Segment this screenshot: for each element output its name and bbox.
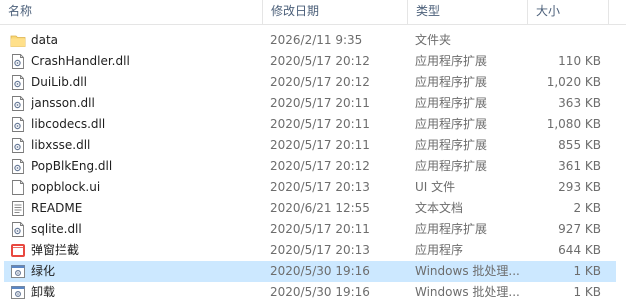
file-date: 2020/5/17 20:13 bbox=[270, 180, 370, 194]
file-name: CrashHandler.dll bbox=[31, 54, 130, 68]
file-date: 2020/5/30 19:16 bbox=[270, 285, 370, 299]
file-row[interactable]: data 2026/2/11 9:35 文件夹 bbox=[4, 30, 616, 51]
file-size: 2 KB bbox=[573, 201, 601, 215]
file-icon bbox=[10, 179, 26, 196]
file-row[interactable]: libxsse.dll 2020/5/17 20:11 应用程序扩展 855 KB bbox=[4, 135, 616, 156]
file-list: data 2026/2/11 9:35 文件夹 CrashHandler.dll 202… bbox=[0, 30, 626, 303]
column-divider[interactable] bbox=[608, 0, 609, 24]
file-row[interactable]: 弹窗拦截 2020/5/17 20:13 应用程序 644 KB bbox=[4, 240, 616, 261]
file-size bbox=[524, 30, 601, 51]
file-name: DuiLib.dll bbox=[31, 75, 87, 89]
file-row[interactable]: 绿化 2020/5/30 19:16 Windows 批处理... 1 KB bbox=[4, 261, 616, 282]
dll-icon bbox=[10, 221, 26, 238]
file-name: 卸载 bbox=[31, 285, 56, 299]
file-name: libcodecs.dll bbox=[31, 117, 106, 131]
column-header-type[interactable]: 类型 bbox=[408, 0, 527, 24]
file-date: 2020/5/17 20:13 bbox=[270, 243, 370, 257]
text-file-icon bbox=[10, 200, 26, 217]
column-header-name[interactable]: 名称 bbox=[0, 0, 262, 24]
file-date: 2020/6/21 12:55 bbox=[270, 201, 370, 215]
file-type: 文本文档 bbox=[415, 201, 464, 215]
file-size: 927 KB bbox=[558, 222, 601, 236]
file-name: 绿化 bbox=[31, 264, 56, 278]
file-date: 2020/5/17 20:11 bbox=[270, 138, 370, 152]
file-date: 2020/5/17 20:12 bbox=[270, 54, 370, 68]
batch-file-icon bbox=[10, 284, 26, 301]
file-size: 644 KB bbox=[558, 243, 601, 257]
file-name: sqlite.dll bbox=[31, 222, 82, 236]
file-row[interactable]: DuiLib.dll 2020/5/17 20:12 应用程序扩展 1,020 KB bbox=[4, 72, 616, 93]
column-header-bar: 名称 修改日期 类型 大小 bbox=[0, 0, 626, 25]
file-type: 应用程序扩展 bbox=[415, 138, 488, 152]
file-name: libxsse.dll bbox=[31, 138, 91, 152]
file-date: 2020/5/30 19:16 bbox=[270, 264, 370, 278]
file-type: 应用程序扩展 bbox=[415, 117, 488, 131]
file-date: 2020/5/17 20:11 bbox=[270, 117, 370, 131]
column-header-size[interactable]: 大小 bbox=[528, 0, 608, 24]
file-date: 2020/5/17 20:12 bbox=[270, 75, 370, 89]
file-size: 1 KB bbox=[573, 264, 601, 278]
file-date: 2020/5/17 20:11 bbox=[270, 96, 370, 110]
folder-icon bbox=[10, 32, 26, 49]
file-row[interactable]: CrashHandler.dll 2020/5/17 20:12 应用程序扩展 110… bbox=[4, 51, 616, 72]
file-row[interactable]: PopBlkEng.dll 2020/5/17 20:12 应用程序扩展 361 KB bbox=[4, 156, 616, 177]
file-name: 弹窗拦截 bbox=[31, 243, 80, 257]
dll-icon bbox=[10, 53, 26, 70]
file-size: 1 KB bbox=[573, 285, 601, 299]
file-name: data bbox=[31, 33, 59, 47]
file-size: 293 KB bbox=[558, 180, 601, 194]
file-row[interactable]: jansson.dll 2020/5/17 20:11 应用程序扩展 363 KB bbox=[4, 93, 616, 114]
file-size: 1,020 KB bbox=[546, 75, 601, 89]
file-date: 2020/5/17 20:11 bbox=[270, 222, 370, 236]
file-date: 2026/2/11 9:35 bbox=[270, 33, 363, 47]
column-header-date[interactable]: 修改日期 bbox=[263, 0, 407, 24]
file-row[interactable]: libcodecs.dll 2020/5/17 20:11 应用程序扩展 1,080 … bbox=[4, 114, 616, 135]
file-size: 110 KB bbox=[558, 54, 601, 68]
file-row[interactable]: sqlite.dll 2020/5/17 20:11 应用程序扩展 927 KB bbox=[4, 219, 616, 240]
file-date: 2020/5/17 20:12 bbox=[270, 159, 370, 173]
dll-icon bbox=[10, 137, 26, 154]
dll-icon bbox=[10, 116, 26, 133]
file-name: popblock.ui bbox=[31, 180, 101, 194]
app-icon bbox=[10, 242, 26, 259]
file-type: 应用程序扩展 bbox=[415, 54, 488, 68]
file-size: 1,080 KB bbox=[546, 117, 601, 131]
file-row[interactable]: README 2020/6/21 12:55 文本文档 2 KB bbox=[4, 198, 616, 219]
batch-file-icon bbox=[10, 263, 26, 280]
file-type: 应用程序扩展 bbox=[415, 222, 488, 236]
file-type: 应用程序 bbox=[415, 243, 464, 257]
file-name: README bbox=[31, 201, 83, 215]
file-type: 应用程序扩展 bbox=[415, 96, 488, 110]
file-type: Windows 批处理... bbox=[415, 285, 520, 299]
file-name: PopBlkEng.dll bbox=[31, 159, 113, 173]
file-name: jansson.dll bbox=[31, 96, 95, 110]
file-type: UI 文件 bbox=[415, 180, 456, 194]
file-size: 855 KB bbox=[558, 138, 601, 152]
file-type: 文件夹 bbox=[415, 33, 452, 47]
file-size: 363 KB bbox=[558, 96, 601, 110]
dll-icon bbox=[10, 74, 26, 91]
dll-icon bbox=[10, 95, 26, 112]
file-row[interactable]: 卸载 2020/5/30 19:16 Windows 批处理... 1 KB bbox=[4, 282, 616, 303]
file-type: 应用程序扩展 bbox=[415, 159, 488, 173]
file-size: 361 KB bbox=[558, 159, 601, 173]
file-row[interactable]: popblock.ui 2020/5/17 20:13 UI 文件 293 KB bbox=[4, 177, 616, 198]
file-type: Windows 批处理... bbox=[415, 264, 520, 278]
file-type: 应用程序扩展 bbox=[415, 75, 488, 89]
dll-icon bbox=[10, 158, 26, 175]
